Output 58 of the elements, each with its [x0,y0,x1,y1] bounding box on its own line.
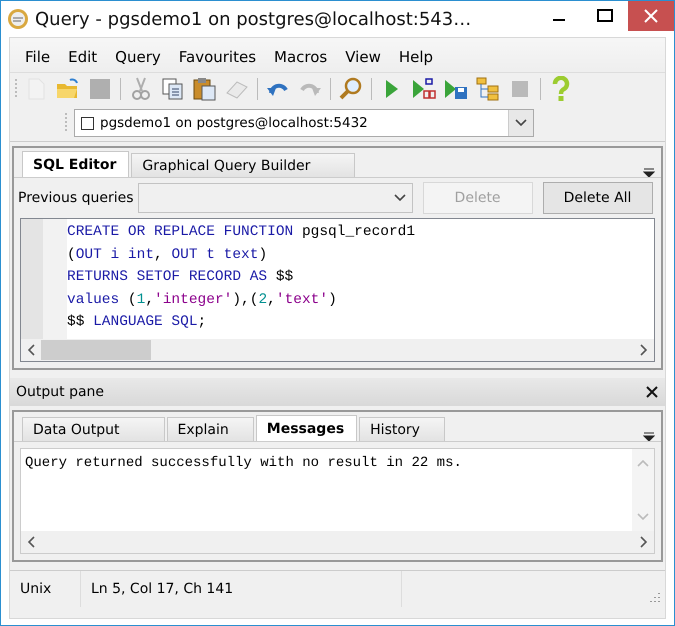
maximize-icon [596,8,614,24]
menu-item[interactable]: Edit [59,46,106,68]
square-icon [81,116,94,130]
play-script-icon [412,77,436,101]
scroll-down-icon[interactable] [637,513,649,521]
delete-button[interactable]: Delete All [542,182,653,214]
code-line: (OUT i int, OUT t text) [67,246,268,264]
menu-item[interactable]: Favourites [170,46,266,68]
chevron-down-icon [394,194,406,202]
sql-editor[interactable]: CREATE OR REPLACE FUNCTION pgsql_record1 (OUT i int, OUT t text) RETURNS SETOF RECORD AS $$ values (1,'integer'),(2,'text') $$ LANGUAGE SQL; [20,218,655,362]
chevron-down-icon [515,119,527,127]
tab[interactable]: Data Output [22,417,165,441]
menu-item[interactable]: View [336,46,390,68]
scroll-up-icon[interactable] [637,459,649,467]
clipboard-icon [193,77,217,101]
tab[interactable]: Graphical Query Builder [131,153,356,177]
tab[interactable]: SQL Editor [22,151,130,177]
tab-menu-icon[interactable] [643,167,655,177]
scroll-left-icon[interactable] [27,536,35,548]
folder-icon [56,78,80,100]
scroll-left-icon[interactable] [27,344,35,356]
eraser-icon [225,79,249,99]
pane-title: Output pane [16,384,104,400]
status-text: Unix [10,571,81,607]
scissors-icon [132,77,150,101]
minimize-icon [553,19,565,21]
tree-diagram-icon [476,77,500,101]
close-icon [644,9,658,23]
square-icon [511,80,529,98]
scrollbar-thumb[interactable] [41,340,151,360]
menu-item[interactable]: Help [390,46,442,68]
copy-icon [162,78,184,100]
play-icon [384,78,400,100]
code-line: $$ LANGUAGE SQL; [67,313,208,332]
code-line: CREATE OR REPLACE FUNCTION pgsql_record1 [67,223,416,242]
connection-dropdown[interactable]: pgsdemo1 on postgres@localhost:5432 [74,109,534,137]
play-disk-icon [444,77,468,101]
tab[interactable]: Explain [166,417,254,441]
question-mark-icon [551,76,571,102]
close-button[interactable] [628,1,674,31]
scroll-right-icon[interactable] [640,536,648,548]
tab-menu-icon[interactable] [643,431,655,441]
code-line: RETURNS SETOF RECORD AS $$ [67,268,294,287]
menu-item[interactable]: Query [106,46,170,68]
square-icon [89,78,111,100]
scroll-right-icon[interactable] [640,344,648,356]
status-text: Ln 5, Col 17, Ch 141 [81,571,402,607]
search-icon [339,77,363,101]
menu-item[interactable]: Macros [265,46,336,68]
code-line: values (1,'integer'),(2,'text') [67,290,338,310]
close-icon[interactable] [645,385,659,399]
dropdown-button[interactable] [508,110,533,136]
window-title: Query - pgsdemo1 on postgres@localhost:543… [35,8,472,30]
tab[interactable]: History [359,417,445,441]
previous-queries-label: Previous queries [18,190,134,206]
menu-item[interactable]: File [16,46,60,68]
tab[interactable]: Messages [256,415,358,441]
message-text: Query returned successfully with no result in 22 ms. [24,454,463,473]
